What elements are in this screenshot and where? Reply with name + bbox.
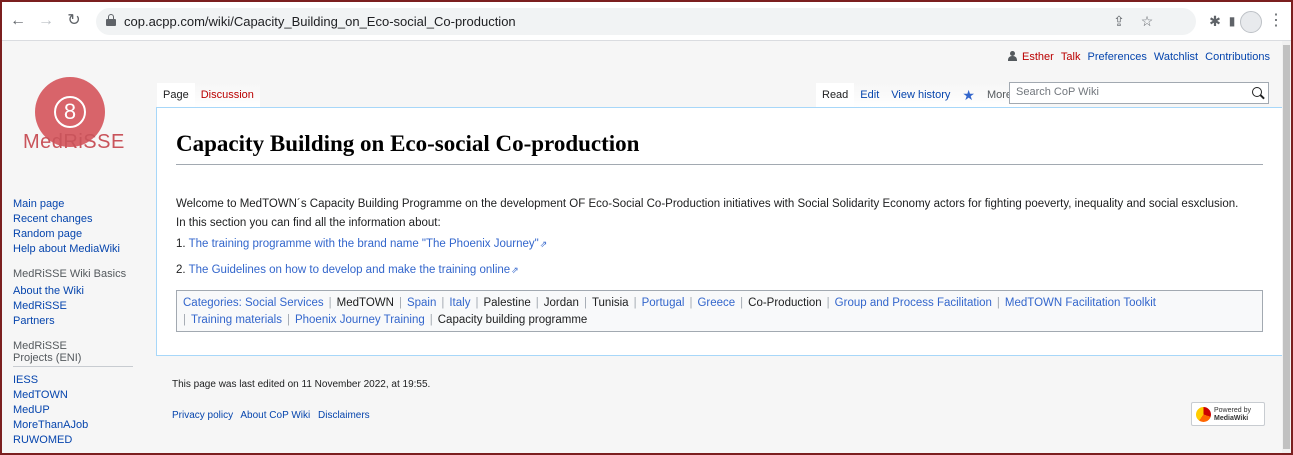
categories-box: Categories: Social Services | MedTOWN | Spai… xyxy=(176,290,1263,332)
footer-links: Privacy policy About CoP Wiki Disclaimer… xyxy=(172,410,375,421)
lock-icon xyxy=(106,14,116,27)
privacy-policy-link[interactable]: Privacy policy xyxy=(172,410,233,421)
list-number: 2. xyxy=(176,264,186,276)
forward-icon[interactable]: → xyxy=(36,11,56,31)
title-divider xyxy=(176,164,1263,165)
reload-icon[interactable]: ↻ xyxy=(64,11,84,31)
namespace-tabs: Page Discussion xyxy=(157,83,260,108)
content-area: Capacity Building on Eco-social Co-produ… xyxy=(156,107,1282,356)
powered-line-2: MediaWiki xyxy=(1214,415,1249,422)
sidebar-item-main-page[interactable]: Main page xyxy=(13,197,148,211)
sidebar-heading-basics: MedRiSSE Wiki Basics xyxy=(13,268,127,280)
bookmark-star-icon[interactable]: ☆ xyxy=(1137,11,1157,31)
phoenix-journey-link[interactable]: The training programme with the brand na… xyxy=(189,238,548,250)
tab-edit[interactable]: Edit xyxy=(854,83,886,108)
url-text: cop.acpp.com/wiki/Capacity_Building_on_E… xyxy=(124,14,516,29)
search-placeholder: Search CoP Wiki xyxy=(1016,86,1099,98)
sidebar-item-recent-changes[interactable]: Recent changes xyxy=(13,212,148,226)
list-number: 1. xyxy=(176,238,186,250)
last-edited-info: This page was last edited on 11 November… xyxy=(172,379,431,390)
search-input[interactable]: Search CoP Wiki xyxy=(1009,82,1269,104)
category-link[interactable]: Training materials xyxy=(191,314,282,326)
disclaimers-link[interactable]: Disclaimers xyxy=(318,410,370,421)
sidebar-item-about-wiki[interactable]: About the Wiki xyxy=(13,284,148,298)
category-link[interactable]: Tunisia xyxy=(592,297,629,309)
category-link[interactable]: Social Services xyxy=(245,297,324,309)
page-scrollbar[interactable] xyxy=(1282,41,1291,453)
profile-avatar[interactable] xyxy=(1240,11,1262,33)
about-link[interactable]: About CoP Wiki xyxy=(240,410,310,421)
brand-name: MedRiSSE xyxy=(23,131,125,153)
sidebar-divider xyxy=(13,366,133,367)
category-link[interactable]: Co-Production xyxy=(748,297,822,309)
powered-by-text: Powered by MediaWiki xyxy=(1214,407,1251,423)
sidebar: Main page Recent changes Random page Hel… xyxy=(13,197,148,448)
category-link[interactable]: Spain xyxy=(407,297,436,309)
category-link[interactable]: Italy xyxy=(449,297,470,309)
watchlist-link[interactable]: Watchlist xyxy=(1154,51,1198,63)
wiki-page: Esther Talk Preferences Watchlist Contri… xyxy=(2,41,1282,453)
list-item: 1. The training programme with the brand… xyxy=(176,238,547,250)
sidebar-item-ruwomed[interactable]: RUWOMED xyxy=(13,433,148,447)
sidebar-heading-projects: MedRiSSE Projects (ENI) xyxy=(13,340,82,364)
intro-paragraph: Welcome to MedTOWN´s Capacity Building P… xyxy=(176,195,1276,233)
powered-line-1: Powered by xyxy=(1214,407,1251,414)
talk-link[interactable]: Talk xyxy=(1061,51,1081,63)
sidebar-item-partners[interactable]: Partners xyxy=(13,314,148,328)
mediawiki-logo-icon xyxy=(1196,407,1211,422)
tab-view-history[interactable]: View history xyxy=(885,83,957,108)
category-link[interactable]: Palestine xyxy=(483,297,530,309)
category-link[interactable]: Group and Process Facilitation xyxy=(835,297,992,309)
address-bar[interactable]: cop.acpp.com/wiki/Capacity_Building_on_E… xyxy=(96,8,1196,35)
side-panel-icon[interactable]: ▮ xyxy=(1222,11,1242,31)
intro-line-2: In this section you can find all the inf… xyxy=(176,217,441,229)
scrollbar-thumb[interactable] xyxy=(1283,45,1290,449)
sidebar-item-medtown[interactable]: MedTOWN xyxy=(13,388,148,402)
sidebar-item-morethanajob[interactable]: MoreThanAJob xyxy=(13,418,148,432)
personal-tools: Esther Talk Preferences Watchlist Contri… xyxy=(1007,51,1270,63)
user-link[interactable]: Esther xyxy=(1022,51,1054,63)
category-link[interactable]: Jordan xyxy=(544,297,579,309)
guidelines-link[interactable]: The Guidelines on how to develop and mak… xyxy=(189,264,519,276)
categories-label[interactable]: Categories: xyxy=(183,297,242,309)
tab-read[interactable]: Read xyxy=(816,83,855,108)
browser-toolbar: ← → ↻ cop.acpp.com/wiki/Capacity_Buildin… xyxy=(2,2,1291,41)
watch-star-icon[interactable]: ★ xyxy=(956,83,981,108)
list-item: 2. The Guidelines on how to develop and … xyxy=(176,264,519,276)
category-link[interactable]: Phoenix Journey Training xyxy=(295,314,425,326)
back-icon[interactable]: ← xyxy=(8,11,28,31)
share-icon[interactable]: ⇪ xyxy=(1109,11,1129,31)
category-link[interactable]: MedTOWN Facilitation Toolkit xyxy=(1005,297,1156,309)
sidebar-item-medrisse[interactable]: MedRiSSE xyxy=(13,299,148,313)
contributions-link[interactable]: Contributions xyxy=(1205,51,1270,63)
powered-by-mediawiki-badge[interactable]: Powered by MediaWiki xyxy=(1191,402,1265,426)
sidebar-item-help[interactable]: Help about MediaWiki xyxy=(13,242,148,256)
sidebar-item-random-page[interactable]: Random page xyxy=(13,227,148,241)
browser-menu-icon[interactable]: ⋮ xyxy=(1268,11,1284,31)
user-icon xyxy=(1007,51,1017,61)
sidebar-item-iess[interactable]: IESS xyxy=(13,373,148,387)
category-link[interactable]: Capacity building programme xyxy=(438,314,588,326)
intro-line-1: Welcome to MedTOWN´s Capacity Building P… xyxy=(176,198,1239,210)
view-tabs: Read Edit View history ★ More ⌄ xyxy=(816,83,1031,108)
logo-person-icon: 8 xyxy=(54,96,86,128)
page-title: Capacity Building on Eco-social Co-produ… xyxy=(176,131,640,156)
tab-page[interactable]: Page xyxy=(157,83,195,108)
sidebar-item-medup[interactable]: MedUP xyxy=(13,403,148,417)
browser-window: ← → ↻ cop.acpp.com/wiki/Capacity_Buildin… xyxy=(2,2,1291,453)
category-link[interactable]: Portugal xyxy=(642,297,685,309)
tab-discussion[interactable]: Discussion xyxy=(194,83,260,108)
preferences-link[interactable]: Preferences xyxy=(1088,51,1147,63)
search-icon[interactable] xyxy=(1252,87,1262,97)
category-link[interactable]: MedTOWN xyxy=(337,297,394,309)
category-link[interactable]: Greece xyxy=(697,297,735,309)
